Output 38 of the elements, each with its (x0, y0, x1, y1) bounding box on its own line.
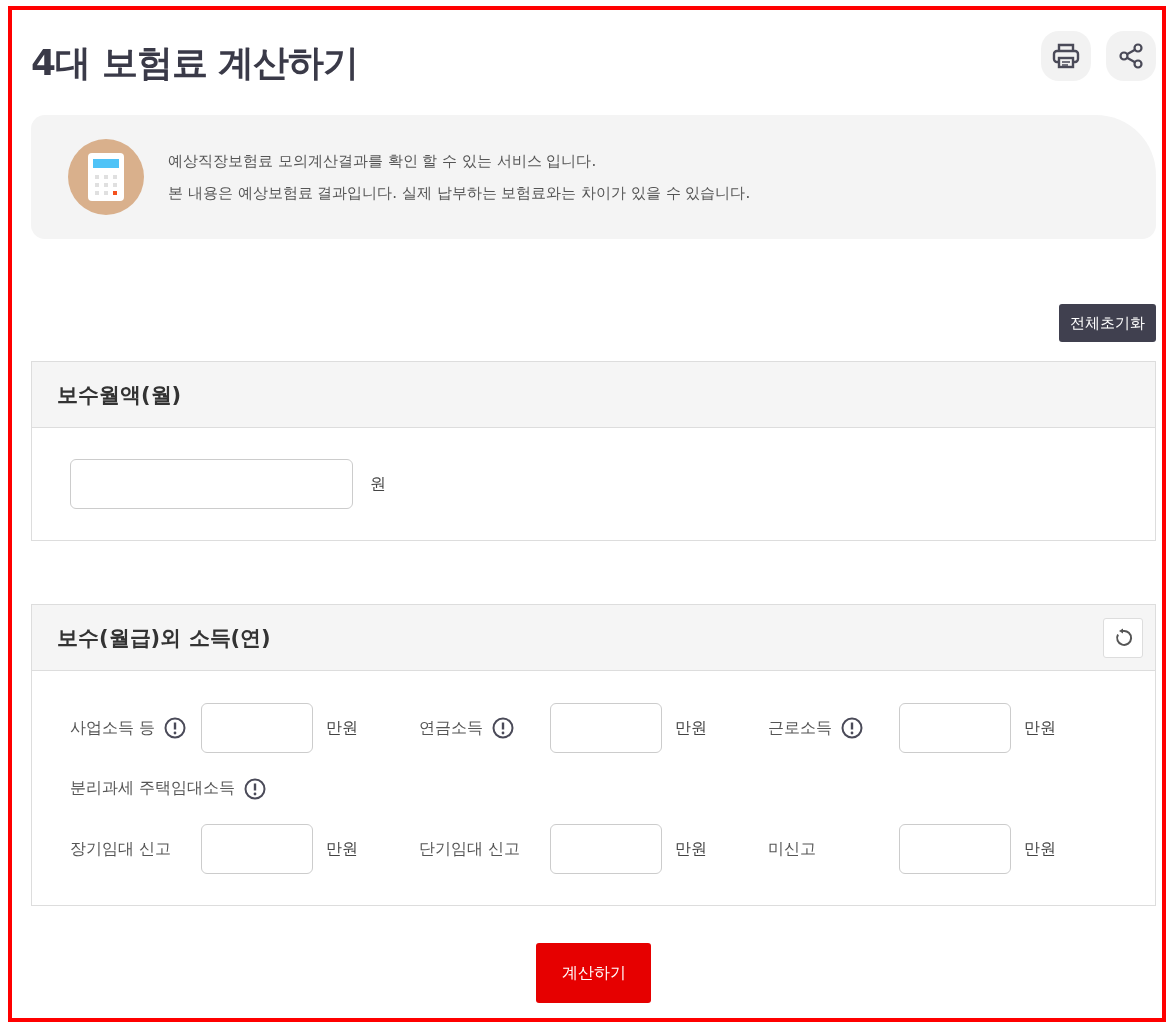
section-title: 보수월액(월) (57, 381, 182, 409)
page-title: 4대 보험료 계산하기 (31, 41, 359, 85)
income-input-field[interactable] (550, 703, 662, 753)
reset-button[interactable] (1103, 617, 1143, 658)
field-label: 장기임대 신고 (70, 838, 172, 860)
calculate-button[interactable]: 계산하기 (536, 943, 651, 1003)
field-label: 단기임대 신고 (419, 838, 521, 860)
printer-icon (1052, 43, 1080, 69)
subheading-label: 분리과세 주택임대소득 (70, 778, 236, 799)
field-label: 미신고 (768, 838, 816, 860)
unit-label: 원 (370, 473, 386, 495)
info-icon[interactable] (492, 717, 514, 739)
share-icon (1119, 43, 1143, 69)
unit-label: 만원 (326, 717, 358, 739)
info-icon[interactable] (244, 777, 267, 800)
unit-label: 만원 (675, 717, 707, 739)
info-icon[interactable] (841, 717, 863, 739)
income-input-field[interactable] (899, 703, 1011, 753)
income-input-field[interactable] (201, 703, 313, 753)
print-button[interactable] (1041, 31, 1091, 81)
field-label: 연금소득 (419, 717, 483, 739)
salary-input-field[interactable] (70, 459, 353, 509)
unit-label: 만원 (675, 838, 707, 860)
unit-label: 만원 (1024, 838, 1056, 860)
section-title: 보수(월급)외 소득(연) (57, 624, 271, 652)
notice-text: 예상직장보험료 모의계산결과를 확인 할 수 있는 서비스 입니다. (168, 151, 598, 172)
unit-label: 만원 (1024, 717, 1056, 739)
field-label: 사업소득 등 (70, 717, 156, 739)
reset-all-button[interactable]: 전체초기화 (1059, 304, 1156, 342)
notice-text: 본 내용은 예상보험료 결과입니다. 실제 납부하는 보험료와는 차이가 있을 수 있습니다. (168, 183, 751, 204)
reset-icon (1113, 627, 1133, 648)
unit-label: 만원 (326, 838, 358, 860)
income-input-field[interactable] (550, 824, 662, 874)
field-label: 근로소득 (768, 717, 832, 739)
info-icon[interactable] (164, 717, 187, 739)
income-input-field[interactable] (899, 824, 1011, 874)
income-input-field[interactable] (201, 824, 313, 874)
share-button[interactable] (1106, 31, 1156, 81)
